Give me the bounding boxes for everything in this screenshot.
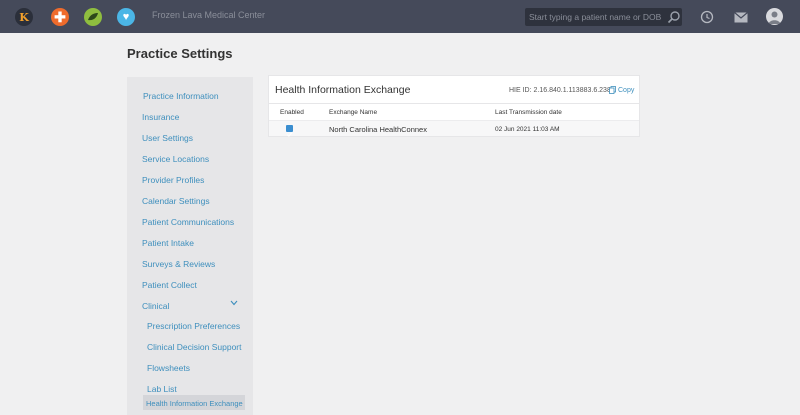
medical-plus-icon[interactable]: ✚ [51,8,69,26]
sidebar-item-prescription-preferences[interactable]: Prescription Preferences [147,321,240,331]
center-name: Frozen Lava Medical Center [152,10,266,20]
sidebar-item-clinical[interactable]: Clinical [142,301,169,311]
avatar[interactable] [766,8,783,25]
sidebar-item-practice-information[interactable]: Practice Information [143,91,219,101]
copy-button[interactable]: Copy [618,87,634,94]
kareo-k-icon[interactable]: K [15,8,33,26]
leaf-icon[interactable] [84,8,102,26]
enabled-checkbox[interactable] [286,125,293,137]
settings-sidebar: Practice Information Insurance User Sett… [127,77,253,415]
sidebar-item-patient-collect[interactable]: Patient Collect [142,280,197,290]
sidebar-item-calendar-settings[interactable]: Calendar Settings [142,196,210,206]
patient-search-input[interactable] [525,8,665,26]
table-row: North Carolina HealthConnex 02 Jun 2021 … [269,120,639,137]
exchange-name: North Carolina HealthConnex [329,125,427,134]
column-header-enabled: Enabled [280,109,304,116]
check-icon [286,132,293,137]
sidebar-item-service-locations[interactable]: Service Locations [142,154,209,164]
column-header-last-transmission-date: Last Transmission date [495,109,562,116]
hie-panel: Health Information Exchange HIE ID: 2.16… [268,75,640,137]
divider [269,103,639,104]
panel-title: Health Information Exchange [275,84,411,96]
sidebar-item-clinical-decision-support[interactable]: Clinical Decision Support [147,342,242,352]
sidebar-item-patient-intake[interactable]: Patient Intake [142,238,194,248]
column-header-exchange-name: Exchange Name [329,109,378,116]
sidebar-item-surveys-reviews[interactable]: Surveys & Reviews [142,259,215,269]
patient-search [525,8,682,26]
sidebar-item-provider-profiles[interactable]: Provider Profiles [142,175,204,185]
page-title: Practice Settings [127,46,233,61]
sidebar-item-lab-list[interactable]: Lab List [147,384,177,394]
chevron-down-icon[interactable] [230,300,238,306]
sidebar-item-patient-communications[interactable]: Patient Communications [142,217,234,227]
last-transmission-date: 02 Jun 2021 11:03 AM [495,126,560,133]
mail-icon[interactable] [734,12,748,23]
search-icon[interactable] [667,10,681,24]
copy-icon[interactable] [609,86,616,94]
sidebar-item-flowsheets[interactable]: Flowsheets [147,363,190,373]
heart-icon[interactable]: ♥ [117,8,135,26]
top-bar: K ✚ ♥ Frozen Lava Medical Center [0,0,800,33]
sidebar-item-user-settings[interactable]: User Settings [142,133,193,143]
sidebar-item-insurance[interactable]: Insurance [142,112,179,122]
sidebar-item-health-information-exchange[interactable]: Health Information Exchange [146,399,243,408]
history-icon[interactable] [700,10,714,24]
hie-id: HIE ID: 2.16.840.1.113883.6.238 [509,87,611,94]
